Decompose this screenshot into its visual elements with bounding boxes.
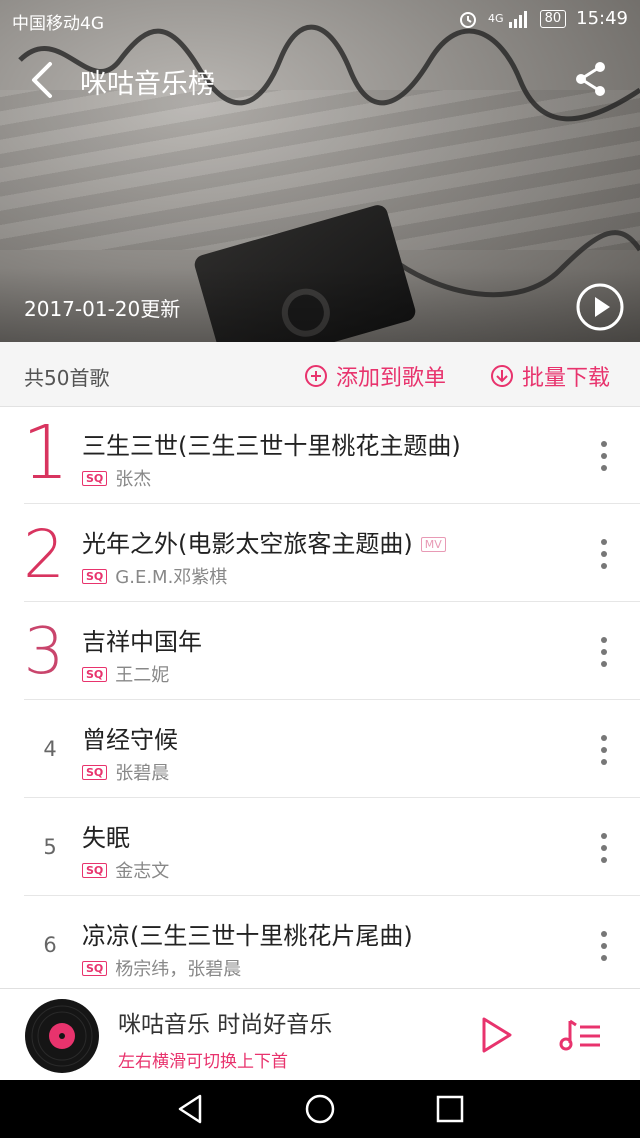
sq-badge: SQ	[82, 666, 108, 682]
song-rank: 1	[22, 410, 70, 496]
page-title: 咪咕音乐榜	[80, 69, 215, 100]
song-meta: SQ 王二妮	[82, 661, 169, 687]
add-circle-icon	[305, 365, 327, 387]
sq-badge: SQ	[82, 862, 108, 878]
song-row-3[interactable]: 3 吉祥中国年 SQ 王二妮	[0, 602, 640, 700]
sq-badge: SQ	[82, 960, 108, 976]
network-type-label: 4G	[488, 12, 504, 25]
song-rank: 3	[23, 615, 65, 689]
carrier-label: 中国移动4G	[12, 14, 104, 34]
song-title: 三生三世(三生三世十里桃花主题曲)	[82, 432, 461, 460]
song-row-6[interactable]: 6 凉凉(三生三世十里桃花片尾曲) SQ 杨宗纬，张碧晨	[0, 896, 640, 994]
nav-back-icon[interactable]	[172, 1091, 208, 1127]
clock-label: 15:49	[576, 8, 628, 29]
mini-player[interactable]: 咪咕音乐 时尚好音乐 左右横滑可切换上下首	[0, 988, 640, 1081]
download-icon	[491, 365, 513, 387]
batch-download-button[interactable]: 批量下载	[490, 360, 610, 392]
vinyl-disc-icon	[25, 999, 99, 1073]
song-rank: 5	[43, 835, 57, 859]
song-row-2[interactable]: 2 光年之外(电影太空旅客主题曲) MV SQ G.E.M.邓紫棋	[0, 504, 640, 602]
playlist-icon[interactable]	[558, 1017, 602, 1053]
batch-download-label: 批量下载	[522, 366, 611, 391]
more-vertical-icon[interactable]	[590, 436, 618, 476]
song-artist: 王二妮	[115, 665, 170, 686]
song-title: 光年之外(电影太空旅客主题曲)	[82, 530, 413, 558]
player-hint: 左右横滑可切换上下首	[118, 1052, 288, 1072]
signal-icon	[508, 10, 527, 28]
song-artist: 张碧晨	[115, 763, 170, 784]
nav-recents-icon[interactable]	[432, 1091, 468, 1127]
status-bar: 中国移动4G 4G 80 15:49	[0, 0, 640, 40]
add-to-playlist-label: 添加到歌单	[336, 366, 447, 391]
player-title: 咪咕音乐 时尚好音乐	[118, 1012, 333, 1038]
song-title: 曾经守候	[82, 726, 178, 754]
song-meta: SQ 张碧晨	[82, 759, 169, 785]
song-row-1[interactable]: 1 三生三世(三生三世十里桃花主题曲) SQ 张杰	[0, 406, 640, 504]
more-vertical-icon[interactable]	[590, 828, 618, 868]
sq-badge: SQ	[82, 568, 108, 584]
system-nav-bar	[0, 1080, 640, 1138]
song-row-4[interactable]: 4 曾经守候 SQ 张碧晨	[0, 700, 640, 798]
song-artist: 金志文	[115, 861, 170, 882]
update-date: 2017-01-20更新	[24, 297, 181, 321]
song-rank: 4	[43, 737, 57, 761]
battery-indicator: 80	[539, 9, 567, 28]
mv-badge[interactable]: MV	[420, 537, 446, 552]
add-to-playlist-button[interactable]: 添加到歌单	[304, 360, 446, 392]
list-toolbar: 共50首歌 添加到歌单 批量下载	[0, 342, 640, 407]
more-vertical-icon[interactable]	[590, 534, 618, 574]
nav-home-icon[interactable]	[302, 1091, 338, 1127]
sq-badge: SQ	[82, 470, 108, 486]
song-title: 凉凉(三生三世十里桃花片尾曲)	[82, 922, 413, 950]
song-artist: G.E.M.邓紫棋	[115, 567, 228, 588]
song-count: 共50首歌	[24, 366, 110, 390]
song-meta: SQ G.E.M.邓紫棋	[82, 563, 227, 589]
play-circle-icon[interactable]	[575, 282, 625, 332]
sq-badge: SQ	[82, 764, 108, 780]
share-icon[interactable]	[570, 58, 612, 100]
song-row-5[interactable]: 5 失眠 SQ 金志文	[0, 798, 640, 896]
more-vertical-icon[interactable]	[590, 926, 618, 966]
more-vertical-icon[interactable]	[590, 730, 618, 770]
header-banner	[0, 0, 640, 342]
status-right: 4G 80 15:49	[458, 8, 628, 29]
play-icon[interactable]	[476, 1015, 516, 1055]
song-meta: SQ 金志文	[82, 857, 169, 883]
song-artist: 杨宗纬，张碧晨	[115, 959, 242, 980]
song-meta: SQ 杨宗纬，张碧晨	[82, 955, 241, 981]
more-vertical-icon[interactable]	[590, 632, 618, 672]
song-artist: 张杰	[115, 469, 152, 490]
song-meta: SQ 张杰	[82, 465, 151, 491]
song-rank: 6	[43, 933, 57, 957]
alarm-icon	[460, 11, 477, 28]
song-title: 失眠	[82, 824, 130, 852]
back-arrow-icon[interactable]	[24, 58, 64, 102]
song-rank: 2	[23, 516, 65, 593]
song-title: 吉祥中国年	[82, 628, 202, 656]
song-title-wrap: 光年之外(电影太空旅客主题曲) MV	[82, 524, 446, 559]
